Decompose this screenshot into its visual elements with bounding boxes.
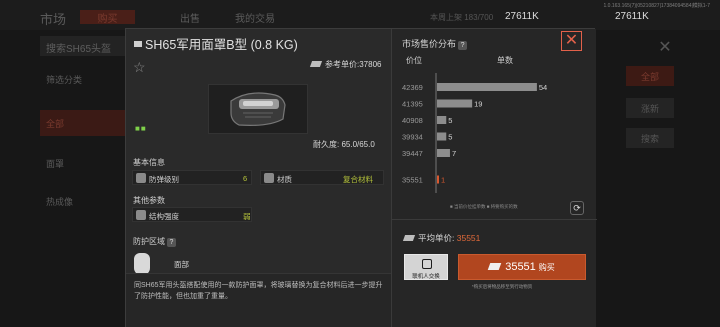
bar-value-label: 5 [448, 133, 452, 142]
exchange-label: 联机人交换 [412, 274, 440, 280]
price-bar [437, 132, 447, 141]
price-tick-label: 39934 [402, 133, 423, 142]
price-bar [437, 116, 447, 124]
buy-price: 35551 [505, 261, 536, 273]
market-screen: 市场 购买 出售 我的交易 本周上架 183/700 27611K 27611K… [0, 0, 720, 327]
exchange-button[interactable]: 联机人交换 [404, 254, 448, 280]
mask-icon [230, 92, 286, 126]
price-bar [437, 175, 439, 184]
refresh-icon[interactable]: ⟳ [570, 201, 584, 215]
tab-sell[interactable]: 出售 [170, 10, 210, 25]
favorite-star-icon[interactable]: ☆ [133, 59, 146, 76]
bar-value-label: 7 [452, 149, 456, 158]
col-count-head: 单数 [497, 56, 513, 65]
durability: 耐久度: 65.0/65.0 [313, 140, 375, 149]
item-tag-icon [134, 41, 142, 47]
avg-label: 平均单价: [418, 233, 455, 243]
protect-area-text: 防护区域 [133, 237, 165, 246]
item-title: SH65军用面罩B型 (0.8 KG) [134, 34, 298, 53]
price-tick-label: 42369 [402, 83, 423, 92]
top-bar: 市场 购买 出售 我的交易 本周上架 183/700 27611K 27611K… [0, 0, 720, 30]
coin-icon [402, 235, 416, 241]
item-description: 同SH65军用头盔搭配使用的一款防护面罩，将玻璃替换为复合材料后进一步提升了防护… [126, 273, 391, 327]
exchange-icon [422, 259, 432, 269]
buy-label: 购买 [538, 263, 555, 272]
item-title-text: SH65军用面罩B型 (0.8 KG) [145, 38, 298, 52]
bar-value-label: 1 [441, 176, 445, 185]
category-thermal[interactable]: 热成像 [40, 188, 130, 214]
buy-button[interactable]: 35551 购买 [458, 254, 586, 280]
col-price-head: 价位 [406, 56, 422, 65]
protect-area-value: 面部 [174, 260, 189, 269]
price-distribution-chart: 42369 54 41395 19 40908 5 39934 5 39447 7 35551 1 [402, 73, 547, 193]
category-filter[interactable]: 筛选分类 [40, 66, 130, 92]
price-tick-label: 40908 [402, 116, 423, 125]
category-all[interactable]: 全部 [40, 110, 130, 136]
coin-icon [487, 263, 502, 270]
reference-price-text: 参考单价:37806 [325, 60, 382, 69]
bar-value-label: 19 [474, 100, 482, 109]
item-image [208, 84, 308, 134]
shield-icon [136, 173, 146, 183]
tab-my-trades[interactable]: 我的交易 [230, 10, 280, 25]
material-icon [264, 173, 274, 183]
price-bar [437, 149, 450, 157]
structure-value: 弱 [243, 212, 251, 221]
filter-search-button[interactable]: 搜索 [626, 128, 674, 148]
help-icon[interactable]: ? [167, 238, 176, 247]
item-info-pane: SH65军用面罩B型 (0.8 KG) ☆ 参考单价:37806 ■■ 耐久度:… [126, 29, 391, 327]
price-bar [437, 83, 537, 91]
market-help-icon[interactable]: ? [458, 41, 468, 50]
chart-legend: ■ 当前价位挂单数 ■ 将要购买的数 [450, 204, 518, 209]
market-pane: 市场售价分布? ✕ 价位 单数 42369 54 41395 19 40908 5 3993… [391, 29, 597, 327]
price-tick-label: 41395 [402, 100, 423, 109]
close-icon[interactable]: ✕ [657, 40, 673, 56]
item-detail-modal: SH65军用面罩B型 (0.8 KG) ☆ 参考单价:37806 ■■ 耐久度:… [125, 28, 597, 327]
screen-title: 市场 [40, 12, 67, 27]
market-title-text: 市场售价分布 [402, 39, 457, 49]
weekly-status: 本周上架 183/700 [430, 13, 494, 22]
divider [392, 219, 597, 220]
buy-note: *购买后将物品移至到行动物资 [472, 284, 533, 289]
basic-info-heading: 基本信息 [133, 158, 165, 167]
material-label: 材质 [277, 175, 292, 184]
reference-price: 参考单价:37806 [309, 59, 382, 70]
structure-strength-row: 结构强度 弱 [132, 207, 252, 222]
face-icon [134, 253, 150, 275]
bar-value-label: 5 [448, 116, 452, 125]
price-bar [437, 99, 473, 108]
rarity-dots: ■■ [135, 124, 147, 133]
money-left: 27611K [505, 11, 539, 22]
protection-label: 防弹级别 [149, 175, 179, 184]
market-title: 市场售价分布? [402, 37, 468, 50]
category-mask[interactable]: 面罩 [40, 150, 130, 176]
protection-value: 6 [243, 174, 248, 183]
structure-icon [136, 210, 146, 220]
filter-new-button[interactable]: 涨新 [626, 98, 674, 118]
structure-label: 结构强度 [149, 212, 179, 221]
price-tick-label: 35551 [402, 176, 423, 185]
material-value: 复合材料 [343, 175, 373, 184]
money-right: 27611K [615, 11, 649, 22]
tab-buy[interactable]: 购买 [80, 10, 135, 25]
close-button[interactable]: ✕ [561, 31, 582, 51]
version-text: 1.0.163.165(7)|05210827|17384094584|模拟1-… [603, 3, 710, 9]
filter-all-button[interactable]: 全部 [626, 66, 674, 86]
coin-icon [309, 61, 323, 67]
material-row: 材质 复合材料 [260, 170, 384, 185]
bar-value-label: 54 [539, 83, 547, 92]
protection-level-row: 防弹级别 6 [132, 170, 252, 185]
average-price: 平均单价: 35551 [402, 232, 481, 244]
avg-value: 35551 [456, 233, 481, 243]
other-params-heading: 其他参数 [133, 196, 165, 205]
protect-area-heading: 防护区域? [133, 236, 176, 247]
price-tick-label: 39447 [402, 149, 423, 158]
